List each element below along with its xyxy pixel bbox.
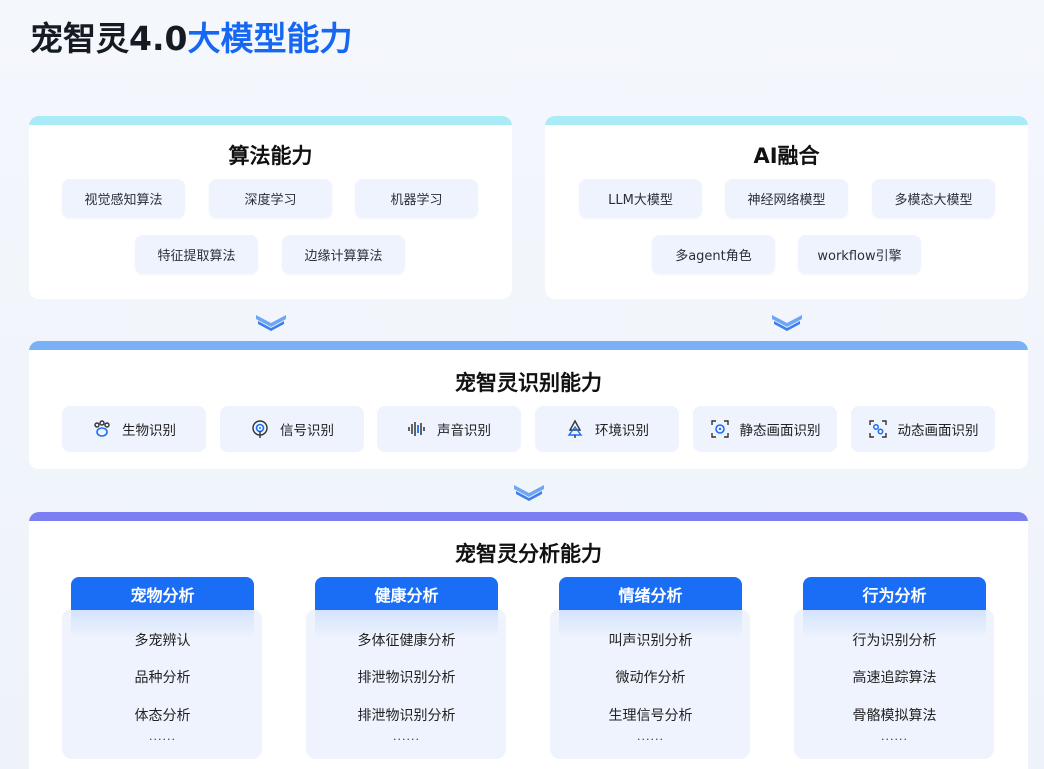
recognition-item-label: 声音识别 <box>437 423 491 439</box>
analysis-column-title: 宠物分析 <box>71 577 254 610</box>
recognition-card: 宠智灵识别能力 生物识别 信号识别 声音识别 环境识别 静态画面识别 动态画面识… <box>29 341 1028 469</box>
page-title: 宠智灵4.0大模型能力 <box>30 18 352 60</box>
analysis-column-title: 情绪分析 <box>559 577 742 610</box>
recognition-item-sound: 声音识别 <box>377 406 521 452</box>
recognition-item-static: 静态画面识别 <box>693 406 837 452</box>
ai-fusion-chip: 多agent角色 <box>652 235 775 274</box>
analysis-card-title: 宠智灵分析能力 <box>455 542 602 566</box>
static-frame-icon <box>710 419 730 439</box>
page-title-prefix: 宠智灵4.0 <box>30 19 188 58</box>
ai-fusion-chip: workflow引擎 <box>798 235 921 274</box>
recognition-item-signal: 信号识别 <box>220 406 364 452</box>
analysis-item: 微动作分析 <box>615 670 686 686</box>
recognition-item-dynamic: 动态画面识别 <box>851 406 995 452</box>
ai-fusion-card: AI融合 LLM大模型 神经网络模型 多模态大模型 多agent角色 workf… <box>545 116 1028 299</box>
analysis-item: 排泄物识别分析 <box>357 708 456 724</box>
recognition-item-label: 信号识别 <box>280 423 334 439</box>
down-arrow-icon <box>514 485 544 501</box>
signal-icon <box>250 419 270 439</box>
analysis-more: ...... <box>637 730 664 743</box>
sound-wave-icon <box>407 419 427 439</box>
analysis-item: 行为识别分析 <box>852 633 937 649</box>
recognition-item-label: 生物识别 <box>122 423 176 439</box>
algorithm-chip: 深度学习 <box>209 179 332 218</box>
recognition-item-label: 环境识别 <box>595 423 649 439</box>
analysis-item: 高速追踪算法 <box>852 670 937 686</box>
ai-fusion-chip: 神经网络模型 <box>725 179 848 218</box>
analysis-item: 品种分析 <box>134 670 191 686</box>
ai-fusion-card-title: AI融合 <box>753 144 820 168</box>
algorithm-card-title: 算法能力 <box>228 144 313 168</box>
ai-fusion-card-topbar <box>545 116 1028 125</box>
analysis-card-topbar <box>29 512 1028 521</box>
algorithm-chip: 特征提取算法 <box>135 235 258 274</box>
algorithm-chip: 机器学习 <box>355 179 478 218</box>
analysis-item: 排泄物识别分析 <box>357 670 456 686</box>
ai-fusion-chip: 多模态大模型 <box>872 179 995 218</box>
analysis-column-health: 健康分析 多体征健康分析 排泄物识别分析 排泄物识别分析 ...... <box>306 577 515 759</box>
page-title-accent: 大模型能力 <box>187 19 353 58</box>
down-arrow-icon <box>772 315 802 331</box>
analysis-column-title: 健康分析 <box>315 577 498 610</box>
down-arrow-icon <box>256 315 286 331</box>
tree-icon <box>565 419 585 439</box>
recognition-item-environment: 环境识别 <box>535 406 679 452</box>
analysis-more: ...... <box>149 730 176 743</box>
analysis-more: ...... <box>881 730 908 743</box>
analysis-item: 骨骼模拟算法 <box>852 708 937 724</box>
algorithm-card-topbar <box>29 116 512 125</box>
dynamic-frame-icon <box>868 419 888 439</box>
analysis-column-title: 行为分析 <box>803 577 986 610</box>
paw-icon <box>92 419 112 439</box>
analysis-column-behavior: 行为分析 行为识别分析 高速追踪算法 骨骼模拟算法 ...... <box>794 577 1003 759</box>
algorithm-chip: 视觉感知算法 <box>62 179 185 218</box>
analysis-item: 多宠辨认 <box>134 633 191 649</box>
analysis-more: ...... <box>393 730 420 743</box>
recognition-card-topbar <box>29 341 1028 350</box>
analysis-item: 叫声识别分析 <box>608 633 693 649</box>
recognition-item-label: 静态画面识别 <box>739 423 821 439</box>
analysis-column-emotion: 情绪分析 叫声识别分析 微动作分析 生理信号分析 ...... <box>550 577 759 759</box>
analysis-item: 多体征健康分析 <box>357 633 456 649</box>
recognition-card-title: 宠智灵识别能力 <box>455 371 602 395</box>
recognition-item-label: 动态画面识别 <box>897 423 979 439</box>
algorithm-card: 算法能力 视觉感知算法 深度学习 机器学习 特征提取算法 边缘计算算法 <box>29 116 512 299</box>
analysis-item: 生理信号分析 <box>608 708 693 724</box>
analysis-item: 体态分析 <box>134 708 191 724</box>
recognition-item-bio: 生物识别 <box>62 406 206 452</box>
analysis-column-pet: 宠物分析 多宠辨认 品种分析 体态分析 ...... <box>62 577 271 759</box>
algorithm-chip: 边缘计算算法 <box>282 235 405 274</box>
ai-fusion-chip: LLM大模型 <box>579 179 702 218</box>
